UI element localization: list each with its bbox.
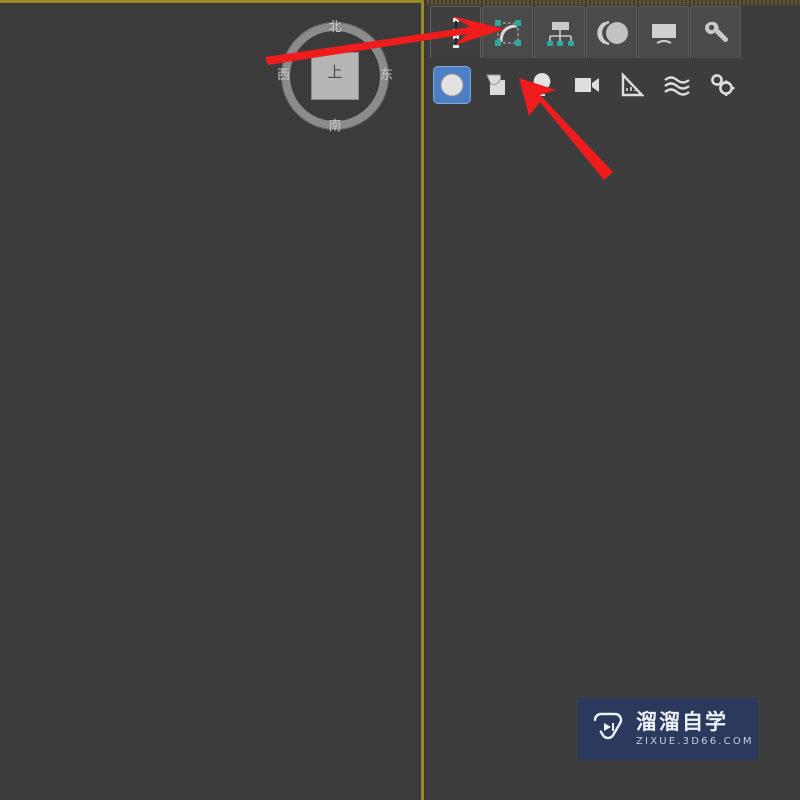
category-cameras[interactable] bbox=[568, 66, 606, 104]
category-spacewarps[interactable] bbox=[658, 66, 696, 104]
gears-icon bbox=[711, 74, 735, 96]
viewcube-south-label: 南 bbox=[328, 119, 342, 134]
shapes-icon bbox=[486, 74, 505, 95]
motion-circles-icon bbox=[596, 20, 628, 45]
tab-modify[interactable] bbox=[482, 6, 533, 58]
tab-motion[interactable] bbox=[586, 6, 637, 58]
viewcube-north-label: 北 bbox=[328, 20, 342, 35]
app-root: 上 北 南 西 东 溜溜自学 ZIXUE.3D66.COM bbox=[0, 0, 800, 800]
tab-create[interactable] bbox=[430, 6, 481, 58]
watermark-texts: 溜溜自学 ZIXUE.3D66.COM bbox=[636, 711, 754, 747]
watermark: 溜溜自学 ZIXUE.3D66.COM bbox=[578, 698, 758, 760]
category-helpers[interactable] bbox=[613, 66, 651, 104]
sphere-icon bbox=[440, 73, 464, 97]
viewcube-east-label: 东 bbox=[379, 68, 393, 83]
create-arrow-icon bbox=[452, 17, 459, 48]
category-shapes[interactable] bbox=[478, 66, 516, 104]
command-panel-tab-bar bbox=[430, 6, 742, 58]
panel-title-grip[interactable] bbox=[427, 0, 800, 5]
hierarchy-icon bbox=[546, 21, 574, 46]
tab-hierarchy[interactable] bbox=[534, 6, 585, 58]
tab-utilities[interactable] bbox=[690, 6, 741, 58]
lightbulb-icon bbox=[533, 73, 551, 96]
camera-icon bbox=[575, 78, 599, 92]
modify-bend-icon bbox=[494, 19, 521, 46]
play-shield-icon bbox=[588, 710, 628, 748]
wrench-icon bbox=[704, 21, 728, 42]
command-panel: 标准基本体 对象类型 自动栅格 长方体 圆锥体 球体 几何球体 圆柱体 管状体 … bbox=[427, 0, 800, 800]
category-systems[interactable] bbox=[703, 66, 741, 104]
viewport[interactable]: 上 北 南 西 东 bbox=[0, 0, 424, 800]
viewport-canvas[interactable]: 上 北 南 西 东 bbox=[0, 3, 421, 800]
category-geometry[interactable] bbox=[433, 66, 471, 104]
create-category-row bbox=[433, 62, 741, 108]
ruler-icon bbox=[621, 71, 645, 97]
viewcube-west-label: 西 bbox=[277, 68, 291, 83]
viewcube-cube[interactable]: 上 bbox=[311, 52, 359, 100]
waves-icon bbox=[664, 76, 690, 96]
watermark-subtitle: ZIXUE.3D66.COM bbox=[636, 736, 754, 748]
viewcube-top-face-label: 上 bbox=[327, 63, 343, 81]
category-lights[interactable] bbox=[523, 66, 561, 104]
watermark-title: 溜溜自学 bbox=[636, 709, 728, 734]
viewcube[interactable]: 上 北 南 西 东 bbox=[275, 16, 395, 136]
tab-display[interactable] bbox=[638, 6, 689, 58]
display-monitor-icon bbox=[651, 23, 676, 44]
